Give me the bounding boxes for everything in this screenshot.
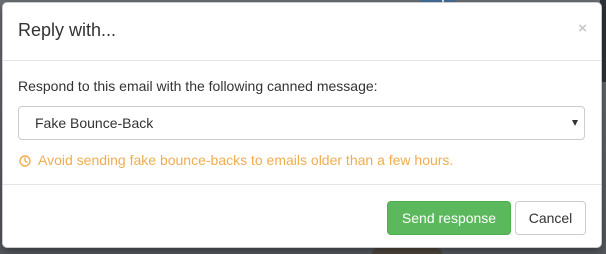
close-button[interactable]: × [578, 21, 587, 37]
modal-header: Reply with... × [3, 3, 601, 61]
modal-footer: Send response Cancel [3, 185, 601, 249]
modal-title: Reply with... [18, 20, 117, 40]
reply-modal: Reply with... × Respond to this email wi… [2, 2, 602, 248]
warning-message: Avoid sending fake bounce-backs to email… [19, 152, 453, 168]
canned-message-select[interactable]: Fake Bounce-Back [18, 106, 585, 140]
modal-body: Respond to this email with the following… [3, 61, 601, 185]
instruction-label: Respond to this email with the following… [18, 78, 378, 94]
cancel-button[interactable]: Cancel [515, 201, 586, 235]
clock-icon [19, 154, 31, 167]
select-value: Fake Bounce-Back [35, 115, 154, 131]
send-response-button[interactable]: Send response [387, 201, 511, 235]
warning-text: Avoid sending fake bounce-backs to email… [38, 152, 454, 168]
chevron-down-icon [572, 120, 578, 126]
